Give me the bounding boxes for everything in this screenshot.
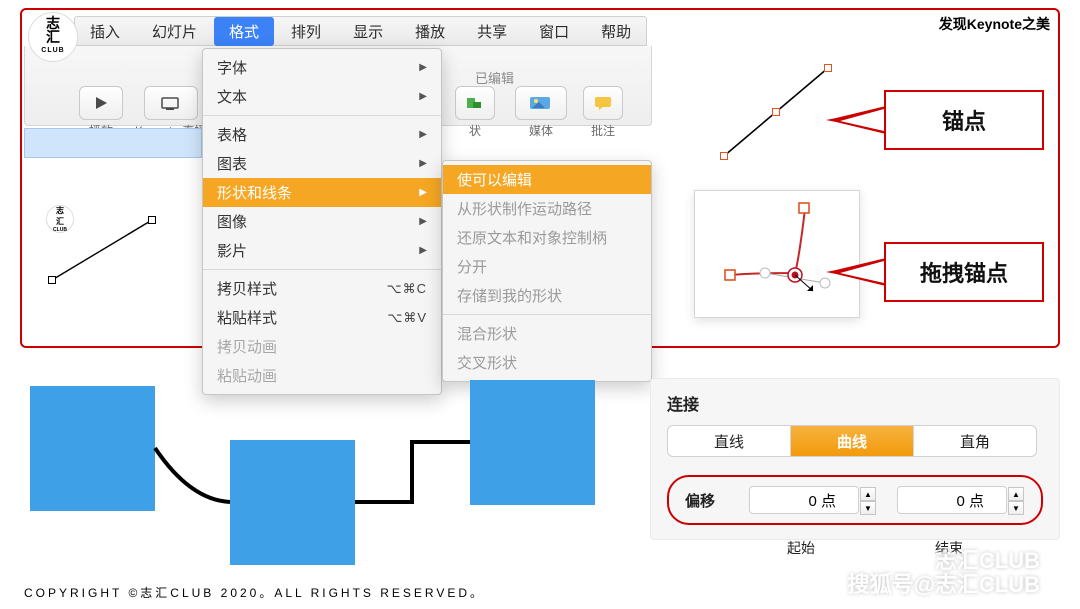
menu-item-形状和线条[interactable]: 形状和线条▶ — [203, 178, 441, 207]
callout-drag-anchor: 拖拽锚点 — [884, 242, 1044, 302]
menu-幻灯片[interactable]: 幻灯片 — [137, 17, 212, 46]
format-menu-dropdown: 字体▶文本▶ 表格▶图表▶形状和线条▶图像▶影片▶ 拷贝样式⌥⌘C粘贴样式⌥⌘V拷贝… — [202, 48, 442, 395]
segment-直线[interactable]: 直线 — [668, 426, 791, 456]
slide-thumbnail-selection[interactable] — [24, 128, 202, 158]
panel-title: 连接 — [667, 391, 1043, 415]
comment-button[interactable] — [583, 86, 623, 120]
offset-row-highlight: 偏移 0 点 ▲▼ 起始 0 点 ▲▼ 结束 — [667, 475, 1043, 525]
offset-label: 偏移 — [685, 490, 715, 511]
menu-item-文本[interactable]: 文本▶ — [203, 82, 441, 111]
menu-窗口[interactable]: 窗口 — [524, 17, 584, 46]
connector-example — [20, 380, 625, 570]
anchor-handle[interactable] — [48, 276, 56, 284]
media-label: 媒体 — [529, 122, 553, 139]
shapes-lines-submenu: 使可以编辑从形状制作运动路径还原文本和对象控制柄分开存储到我的形状混合形状交叉形… — [442, 160, 652, 382]
segment-曲线[interactable]: 曲线 — [791, 426, 914, 456]
submenu-item-交叉形状: 交叉形状 — [443, 348, 651, 377]
watermark-2: 搜狐号@志汇CLUB — [847, 567, 1040, 599]
offset-start-input[interactable]: 0 点 ▲▼ — [749, 486, 859, 514]
menu-item-字体[interactable]: 字体▶ — [203, 53, 441, 82]
shape-label: 状 — [469, 122, 481, 139]
offset-start-caption: 起始 — [787, 538, 815, 558]
line-with-anchors-small — [44, 198, 164, 288]
tagline: 发现Keynote之美 — [939, 14, 1050, 34]
submenu-item-从形状制作运动路径: 从形状制作运动路径 — [443, 194, 651, 223]
segment-直角[interactable]: 直角 — [914, 426, 1036, 456]
anchor-handle[interactable] — [720, 152, 728, 160]
menu-item-拷贝样式[interactable]: 拷贝样式⌥⌘C — [203, 274, 441, 303]
menu-item-粘贴样式[interactable]: 粘贴样式⌥⌘V — [203, 303, 441, 332]
callout-arrow — [826, 100, 886, 140]
club-logo: 志 汇 CLUB — [28, 12, 78, 62]
submenu-item-分开: 分开 — [443, 252, 651, 281]
submenu-item-存储到我的形状: 存储到我的形状 — [443, 281, 651, 310]
menu-插入[interactable]: 插入 — [75, 17, 135, 46]
logo-l2: 汇 — [46, 30, 60, 44]
menu-item-拷贝动画: 拷贝动画 — [203, 332, 441, 361]
submenu-item-还原文本和对象控制柄: 还原文本和对象控制柄 — [443, 223, 651, 252]
line-with-red-anchors — [712, 56, 842, 166]
stepper[interactable]: ▲▼ — [860, 487, 876, 515]
menu-item-图像[interactable]: 图像▶ — [203, 207, 441, 236]
keynote-live-button[interactable] — [144, 86, 198, 120]
callout-arrow — [826, 252, 886, 292]
stepper[interactable]: ▲▼ — [1008, 487, 1024, 515]
copyright-footer: COPYRIGHT ©志汇CLUB 2020。ALL RIGHTS RESERV… — [24, 584, 485, 601]
offset-end-input[interactable]: 0 点 ▲▼ — [897, 486, 1007, 514]
menu-item-图表[interactable]: 图表▶ — [203, 149, 441, 178]
callout-anchor: 锚点 — [884, 90, 1044, 150]
menu-格式[interactable]: 格式 — [214, 17, 274, 46]
connection-type-segmented[interactable]: 直线曲线直角 — [667, 425, 1037, 457]
anchor-handle[interactable] — [772, 108, 780, 116]
shape-button[interactable] — [455, 86, 495, 120]
menu-item-表格[interactable]: 表格▶ — [203, 120, 441, 149]
submenu-item-混合形状: 混合形状 — [443, 319, 651, 348]
menu-item-影片[interactable]: 影片▶ — [203, 236, 441, 265]
app-menubar: 插入幻灯片格式排列显示播放共享窗口帮助 — [74, 16, 647, 46]
logo-club: CLUB — [41, 44, 64, 58]
media-button[interactable] — [515, 86, 567, 120]
play-button[interactable] — [79, 86, 123, 120]
anchor-handle[interactable] — [824, 64, 832, 72]
menu-播放[interactable]: 播放 — [400, 17, 460, 46]
logo-l1: 志 — [46, 16, 60, 30]
menu-帮助[interactable]: 帮助 — [586, 17, 646, 46]
comment-label: 批注 — [591, 122, 615, 139]
menu-显示[interactable]: 显示 — [338, 17, 398, 46]
edited-indicator: 已编辑 — [475, 68, 514, 87]
menu-排列[interactable]: 排列 — [276, 17, 336, 46]
menu-共享[interactable]: 共享 — [462, 17, 522, 46]
connection-panel: 连接 直线曲线直角 偏移 0 点 ▲▼ 起始 0 点 ▲▼ 结束 — [650, 378, 1060, 540]
anchor-handle[interactable] — [148, 216, 156, 224]
submenu-item-使可以编辑[interactable]: 使可以编辑 — [443, 165, 651, 194]
